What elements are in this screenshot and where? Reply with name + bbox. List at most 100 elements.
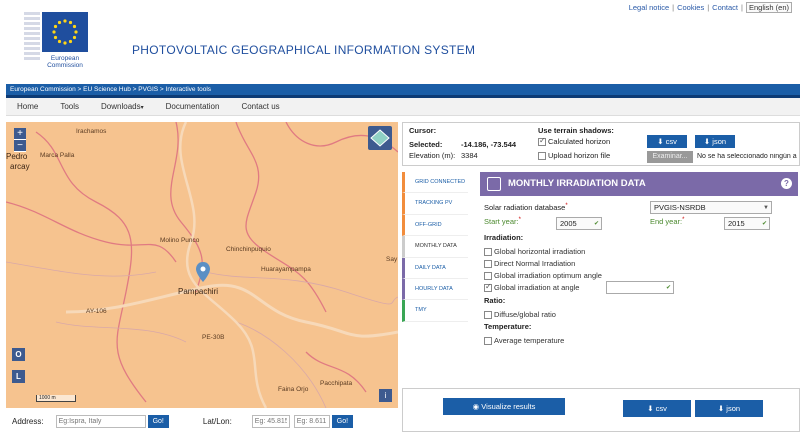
end-year-select[interactable]: 2015 ✔: [724, 217, 770, 230]
separator: |: [707, 3, 710, 12]
map-label: AY-106: [86, 308, 107, 315]
latlon-go-button[interactable]: Go!: [331, 414, 354, 428]
checkbox[interactable]: [484, 272, 492, 281]
tab-tmy[interactable]: TMY: [402, 300, 468, 322]
logo-stripes: [24, 12, 40, 68]
chevron-down-icon: ▼: [763, 205, 769, 211]
lat-input[interactable]: [251, 414, 290, 428]
tab-hourly-data[interactable]: HOURLY DATA: [402, 278, 468, 301]
contact-link[interactable]: Contact: [712, 3, 738, 12]
map-label: Chinchinpuquio: [226, 246, 271, 253]
eu-logo[interactable]: European Commission: [24, 12, 88, 76]
selected-label: Selected:: [409, 140, 443, 149]
visualize-results-button[interactable]: ◉ Visualize results: [443, 398, 565, 415]
map-view[interactable]: + − Irachamos Pedro arcay Marca Palla Mo…: [6, 122, 398, 408]
browse-button[interactable]: Examinar...: [647, 151, 693, 163]
opt-global-horizontal-label: Global horizontal irradiation: [494, 247, 586, 256]
download-icon: ⬇: [647, 404, 656, 413]
address-bar: Address: Go! Lat/Lon: Go!: [6, 410, 398, 432]
main-nav: Home Tools Downloads▾ Documentation Cont…: [6, 98, 800, 116]
cursor-title: Cursor:: [409, 126, 437, 135]
address-go-button[interactable]: Go!: [147, 414, 169, 428]
ratio-title: Ratio:: [484, 296, 506, 305]
tab-tracking-pv[interactable]: TRACKING PV: [402, 193, 468, 215]
layers-icon[interactable]: [368, 126, 392, 150]
eye-icon: ◉: [472, 402, 482, 411]
nav-contact[interactable]: Contact us: [230, 102, 290, 111]
check-icon: ✔: [665, 285, 671, 291]
monthly-title: MONTHLY IRRADIATION DATA: [508, 178, 646, 189]
cookies-link[interactable]: Cookies: [677, 3, 704, 12]
address-input[interactable]: [55, 414, 146, 428]
opt-avg-temp-label: Average temperature: [494, 336, 565, 345]
map-o-button[interactable]: O: [12, 348, 25, 361]
angle-input[interactable]: ✔: [606, 281, 674, 294]
checkbox[interactable]: [484, 248, 492, 257]
checkbox[interactable]: [484, 311, 492, 320]
results-bar: ◉ Visualize results ⬇ csv ⬇ json: [402, 388, 800, 432]
nav-home[interactable]: Home: [6, 102, 49, 111]
elevation-value: 3384: [461, 151, 478, 160]
separator: |: [741, 3, 743, 12]
calculated-horizon-option[interactable]: Calculated horizon: [538, 136, 611, 147]
start-year-label: Start year:: [484, 217, 519, 226]
horizon-json-button[interactable]: ⬇ json: [695, 135, 735, 148]
csv-label: csv: [665, 137, 677, 146]
nav-tools[interactable]: Tools: [49, 102, 90, 111]
map-marker-icon[interactable]: [196, 262, 210, 282]
opt-direct-normal[interactable]: Direct Normal Irradiation: [484, 259, 575, 269]
opt-at-angle-label: Global irradiation at angle: [494, 283, 580, 292]
logo-caption-line2: Commission: [47, 62, 83, 69]
checkbox[interactable]: [484, 282, 492, 293]
opt-at-angle[interactable]: Global irradiation at angle: [484, 282, 580, 293]
download-icon: ⬇: [657, 137, 666, 146]
required-mark: *: [565, 203, 568, 209]
elevation-label: Elevation (m):: [409, 151, 456, 160]
no-file-text: No se ha seleccionado ningún a: [697, 153, 797, 160]
map-label: Marca Palla: [40, 152, 75, 159]
tab-grid-connected[interactable]: GRID CONNECTED: [402, 172, 468, 194]
json-button[interactable]: ⬇ json: [695, 400, 763, 417]
tool-panel: Cursor: Selected: -14.186, -73.544 Eleva…: [402, 122, 800, 432]
calculated-horizon-checkbox[interactable]: [538, 136, 546, 147]
map-label: Pampachiri: [178, 287, 219, 296]
nav-downloads[interactable]: Downloads▾: [90, 102, 155, 111]
opt-optimum-angle[interactable]: Global irradiation optimum angle: [484, 271, 602, 281]
scale-bar: 1000 m: [36, 395, 76, 402]
opt-avg-temp[interactable]: Average temperature: [484, 336, 565, 346]
zoom-out-button[interactable]: −: [14, 140, 26, 152]
checkbox[interactable]: [484, 260, 492, 269]
latlon-label: Lat/Lon:: [202, 416, 232, 426]
upload-horizon-checkbox[interactable]: [538, 152, 546, 161]
pvgis-page: European Commission PHOTOVOLTAIC GEOGRAP…: [0, 0, 800, 435]
help-icon[interactable]: ?: [781, 178, 792, 189]
csv-button[interactable]: ⬇ csv: [623, 400, 691, 417]
checkbox[interactable]: [484, 337, 492, 346]
tab-off-grid[interactable]: OFF-GRID: [402, 214, 468, 237]
nav-documentation[interactable]: Documentation: [155, 102, 231, 111]
map-label: Pedro: [6, 152, 28, 161]
tab-daily-data[interactable]: DAILY DATA: [402, 257, 468, 279]
db-label-row: Solar radiation database*: [484, 203, 568, 212]
monthly-form: MONTHLY IRRADIATION DATA ? Solar radiati…: [480, 172, 798, 384]
end-label-row: End year:*: [650, 217, 684, 226]
map-label: Huarayampampa: [261, 266, 311, 273]
info-icon[interactable]: i: [379, 389, 392, 402]
start-year-select[interactable]: 2005 ✔: [556, 217, 602, 230]
opt-diffuse-global[interactable]: Diffuse/global ratio: [484, 310, 556, 320]
legal-notice-link[interactable]: Legal notice: [629, 3, 669, 12]
map-label: Molino Punco: [160, 237, 200, 244]
database-select[interactable]: PVGIS-NSRDB ▼: [650, 201, 772, 214]
horizon-csv-button[interactable]: ⬇ csv: [647, 135, 687, 148]
tab-monthly-data[interactable]: MONTHLY DATA: [402, 236, 468, 258]
language-select[interactable]: English (en): [745, 2, 792, 13]
map-l-button[interactable]: L: [12, 370, 25, 383]
terrain-title: Use terrain shadows:: [538, 126, 614, 135]
check-icon: ✔: [593, 221, 599, 227]
upload-horizon-option[interactable]: Upload horizon file: [538, 151, 610, 161]
calculated-horizon-label: Calculated horizon: [548, 137, 611, 146]
zoom-in-button[interactable]: +: [14, 128, 26, 140]
breadcrumb[interactable]: European Commission > EU Science Hub > P…: [6, 84, 800, 95]
lon-input[interactable]: [293, 414, 330, 428]
opt-global-horizontal[interactable]: Global horizontal irradiation: [484, 247, 586, 257]
